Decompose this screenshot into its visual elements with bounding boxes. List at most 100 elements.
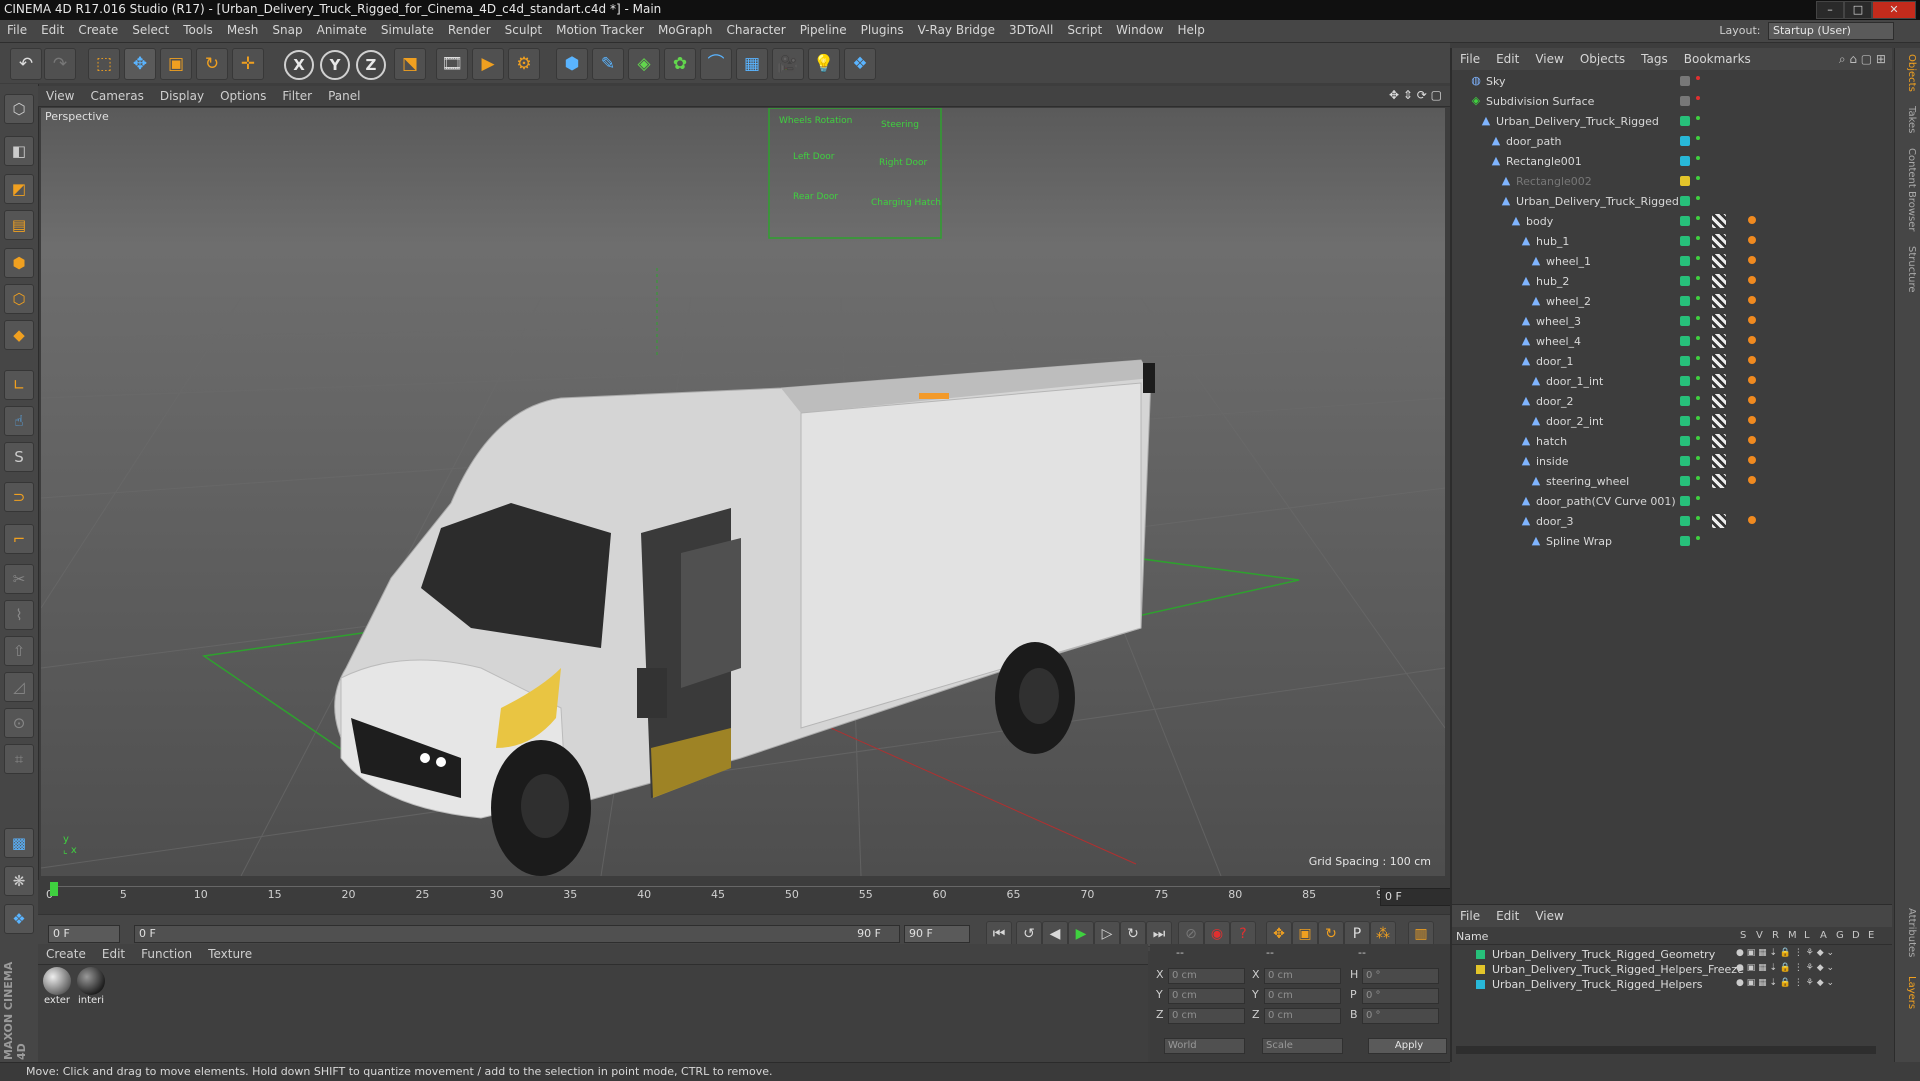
layer-swatch[interactable] — [1680, 316, 1690, 326]
layer-swatch[interactable] — [1680, 196, 1690, 206]
visibility-dot[interactable] — [1696, 136, 1700, 140]
object-row[interactable]: ▲ door_path(CV Curve 001) — [1452, 492, 1892, 512]
texture-tag-icon[interactable] — [1712, 414, 1726, 428]
coord-position-y[interactable]: 0 cm — [1168, 988, 1245, 1004]
mat-menu-texture[interactable]: Texture — [200, 944, 260, 961]
layer-swatch[interactable] — [1680, 256, 1690, 266]
coord-size-z[interactable]: 0 cm — [1264, 1008, 1341, 1024]
layout-selector[interactable]: Layout: Startup (User) — [1719, 22, 1894, 40]
object-row[interactable]: ▲ hatch — [1452, 432, 1892, 452]
object-row[interactable]: ▲ Urban_Delivery_Truck_Rigged — [1452, 192, 1892, 212]
make-editable-icon[interactable]: ⬡ — [4, 94, 34, 124]
axis-icon[interactable]: ∟ — [4, 370, 34, 400]
layer-swatch[interactable] — [1680, 136, 1690, 146]
texture-tag-icon[interactable] — [1712, 314, 1726, 328]
object-name[interactable]: wheel_4 — [1536, 335, 1581, 348]
texture-mode-icon[interactable]: ◩ — [4, 174, 34, 204]
subdivision-icon[interactable]: ◈ — [628, 48, 660, 80]
layer-color-swatch[interactable] — [1476, 965, 1485, 974]
coord-position-z[interactable]: 0 cm — [1168, 1008, 1245, 1024]
render-view-icon[interactable]: 🎞 — [436, 48, 468, 80]
object-row[interactable]: ▲ wheel_4 — [1452, 332, 1892, 352]
sculpt-grid-icon[interactable]: ⌗ — [4, 744, 34, 774]
tab-attributes[interactable]: Attributes — [1899, 908, 1917, 957]
object-row[interactable]: ◈ Subdivision Surface — [1452, 92, 1892, 112]
snap-icon[interactable]: S — [4, 442, 34, 472]
layer-name[interactable]: Urban_Delivery_Truck_Rigged_Helpers_Free… — [1492, 963, 1744, 976]
object-row[interactable]: ▲ body — [1452, 212, 1892, 232]
workplane-icon[interactable]: ▤ — [4, 210, 34, 240]
layer-menu-view[interactable]: View — [1527, 905, 1571, 923]
coord-space-dropdown[interactable]: World — [1164, 1038, 1245, 1054]
object-row[interactable]: ◍ Sky — [1452, 72, 1892, 92]
tab-objects[interactable]: Objects — [1899, 54, 1917, 92]
layer-color-swatch[interactable] — [1476, 950, 1485, 959]
object-row[interactable]: ▲ door_path — [1452, 132, 1892, 152]
layer-swatch[interactable] — [1680, 96, 1690, 106]
object-name[interactable]: door_2 — [1536, 395, 1573, 408]
model-mode-icon[interactable]: ◧ — [4, 136, 34, 166]
layer-swatch[interactable] — [1680, 456, 1690, 466]
object-row[interactable]: ▲ door_1 — [1452, 352, 1892, 372]
visibility-dot[interactable] — [1696, 536, 1700, 540]
visibility-dot[interactable] — [1696, 356, 1700, 360]
tweak-icon[interactable]: ☝ — [4, 406, 34, 436]
layer-name[interactable]: Urban_Delivery_Truck_Rigged_Helpers — [1492, 978, 1702, 991]
texture-tag-icon[interactable] — [1712, 214, 1726, 228]
object-row[interactable]: ▲ steering_wheel — [1452, 472, 1892, 492]
layer-swatch[interactable] — [1680, 376, 1690, 386]
minimize-icon[interactable]: – — [1816, 1, 1844, 19]
cloner-icon[interactable]: ✿ — [664, 48, 696, 80]
layer-swatch[interactable] — [1680, 436, 1690, 446]
visibility-dot[interactable] — [1696, 516, 1700, 520]
maximize-icon[interactable]: □ — [1844, 1, 1872, 19]
layout-dropdown[interactable]: Startup (User) — [1768, 22, 1894, 40]
texture-tag-icon[interactable] — [1712, 294, 1726, 308]
object-name[interactable]: door_3 — [1536, 515, 1573, 528]
cube-icon[interactable]: ⬢ — [556, 48, 588, 80]
floor-icon[interactable]: ▦ — [736, 48, 768, 80]
object-name[interactable]: Sky — [1486, 75, 1505, 88]
tab-content-browser[interactable]: Content Browser — [1899, 148, 1917, 231]
texture-tag-icon[interactable] — [1712, 434, 1726, 448]
scale-icon[interactable]: ▣ — [160, 48, 192, 80]
rig-tag-icon[interactable] — [1748, 216, 1756, 224]
rig-tag-icon[interactable] — [1748, 236, 1756, 244]
visibility-dot[interactable] — [1696, 236, 1700, 240]
visibility-dot[interactable] — [1696, 396, 1700, 400]
layer-menu-file[interactable]: File — [1452, 905, 1488, 923]
object-name[interactable]: wheel_3 — [1536, 315, 1581, 328]
start-frame-field[interactable]: 0 F — [48, 925, 120, 943]
texture-tag-icon[interactable] — [1712, 354, 1726, 368]
visibility-dot[interactable] — [1696, 176, 1700, 180]
rig-tag-icon[interactable] — [1748, 516, 1756, 524]
rotate-icon[interactable]: ↻ — [196, 48, 228, 80]
material-swatch[interactable]: interi — [76, 967, 106, 1006]
menu-help[interactable]: Help — [1170, 20, 1211, 37]
edges-icon[interactable]: ⬡ — [4, 284, 34, 314]
layer-row[interactable]: Urban_Delivery_Truck_Rigged_Helpers ● ▣ … — [1452, 977, 1892, 992]
menu-simulate[interactable]: Simulate — [374, 20, 441, 37]
object-row[interactable]: ▲ door_2 — [1452, 392, 1892, 412]
object-name[interactable]: inside — [1536, 455, 1569, 468]
object-row[interactable]: ▲ Urban_Delivery_Truck_Rigged — [1452, 112, 1892, 132]
layer-toggles-icon[interactable]: ● ▣ ▦ ⇣ 🔒 ⋮ ⚘ ◆ ⌄ — [1736, 978, 1834, 988]
layer-swatch[interactable] — [1680, 536, 1690, 546]
object-row[interactable]: ▲ wheel_2 — [1452, 292, 1892, 312]
visibility-dot[interactable] — [1696, 276, 1700, 280]
object-name[interactable]: body — [1526, 215, 1553, 228]
object-name[interactable]: Spline Wrap — [1546, 535, 1612, 548]
apply-button[interactable]: Apply — [1368, 1038, 1447, 1054]
layer-menu-edit[interactable]: Edit — [1488, 905, 1527, 923]
menu-file[interactable]: File — [0, 20, 34, 37]
visibility-dot[interactable] — [1696, 256, 1700, 260]
texture-tag-icon[interactable] — [1712, 274, 1726, 288]
rig-tag-icon[interactable] — [1748, 416, 1756, 424]
obj-menu-edit[interactable]: Edit — [1488, 48, 1527, 66]
obj-menu-objects[interactable]: Objects — [1572, 48, 1633, 66]
layer-toggles-icon[interactable]: ● ▣ ▦ ⇣ 🔒 ⋮ ⚘ ◆ ⌄ — [1736, 963, 1834, 973]
rig-tag-icon[interactable] — [1748, 256, 1756, 264]
live-selection-icon[interactable]: ⬚ — [88, 48, 120, 80]
object-name[interactable]: Rectangle002 — [1516, 175, 1592, 188]
menu-character[interactable]: Character — [719, 20, 792, 37]
